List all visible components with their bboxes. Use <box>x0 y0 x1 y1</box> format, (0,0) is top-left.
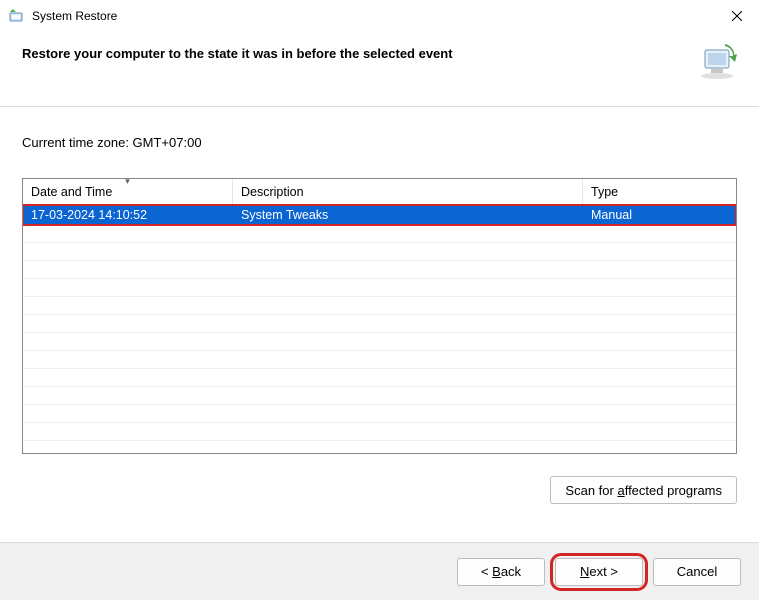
table-row-empty <box>23 315 736 333</box>
table-row-empty <box>23 243 736 261</box>
column-label: Type <box>591 185 618 199</box>
cell-description: System Tweaks <box>233 208 583 222</box>
table-row-empty <box>23 261 736 279</box>
column-header-description[interactable]: Description <box>233 179 583 204</box>
cancel-button[interactable]: Cancel <box>653 558 741 586</box>
restore-points-table[interactable]: ▾ Date and Time Description Type 17-03-2… <box>22 178 737 454</box>
table-row-empty <box>23 279 736 297</box>
cell-type: Manual <box>583 208 736 222</box>
table-row-empty <box>23 333 736 351</box>
column-label: Date and Time <box>31 185 112 199</box>
column-header-type[interactable]: Type <box>583 179 736 204</box>
table-row-empty <box>23 387 736 405</box>
table-row[interactable]: 17-03-2024 14:10:52 System Tweaks Manual <box>23 205 736 225</box>
app-icon <box>8 8 24 24</box>
table-row-empty <box>23 351 736 369</box>
sort-descending-icon: ▾ <box>125 178 130 187</box>
table-row-empty <box>23 423 736 441</box>
timezone-label: Current time zone: GMT+07:00 <box>22 135 737 150</box>
window-title: System Restore <box>32 9 714 23</box>
table-row-empty <box>23 297 736 315</box>
cell-datetime: 17-03-2024 14:10:52 <box>23 208 233 222</box>
column-label: Description <box>241 185 304 199</box>
close-button[interactable] <box>714 0 759 32</box>
scan-affected-programs-button[interactable]: Scan for affected programs <box>550 476 737 504</box>
next-button[interactable]: Next > <box>555 558 643 586</box>
table-row-empty <box>23 225 736 243</box>
table-row-empty <box>23 405 736 423</box>
table-row-empty <box>23 369 736 387</box>
back-button[interactable]: < Back <box>457 558 545 586</box>
column-header-datetime[interactable]: ▾ Date and Time <box>23 179 233 204</box>
page-heading: Restore your computer to the state it wa… <box>22 46 687 61</box>
system-restore-icon <box>697 42 737 80</box>
